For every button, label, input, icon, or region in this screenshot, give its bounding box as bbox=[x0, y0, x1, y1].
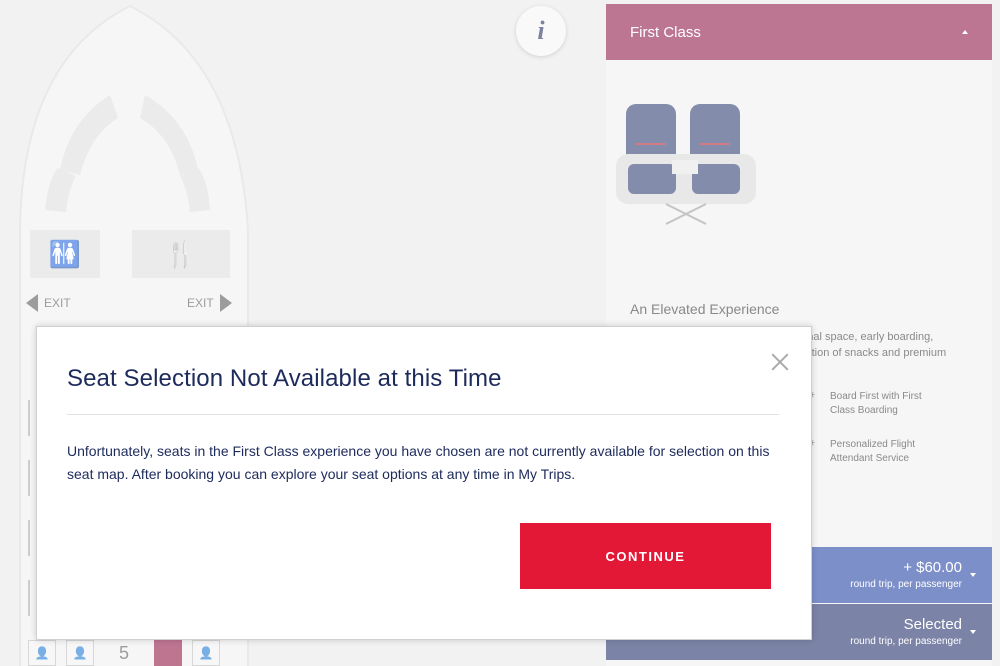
seat-unavailable-dialog: Seat Selection Not Available at this Tim… bbox=[36, 326, 812, 640]
dialog-title: Seat Selection Not Available at this Tim… bbox=[67, 365, 502, 392]
cabin-name-highlight: First Class bbox=[232, 443, 299, 459]
continue-button[interactable]: CONTINUE bbox=[520, 523, 771, 589]
divider bbox=[67, 414, 779, 415]
message-prefix: Unfortunately, seats in the bbox=[67, 443, 233, 459]
close-icon[interactable] bbox=[769, 351, 791, 373]
dialog-message: Unfortunately, seats in the First Class … bbox=[67, 440, 779, 486]
